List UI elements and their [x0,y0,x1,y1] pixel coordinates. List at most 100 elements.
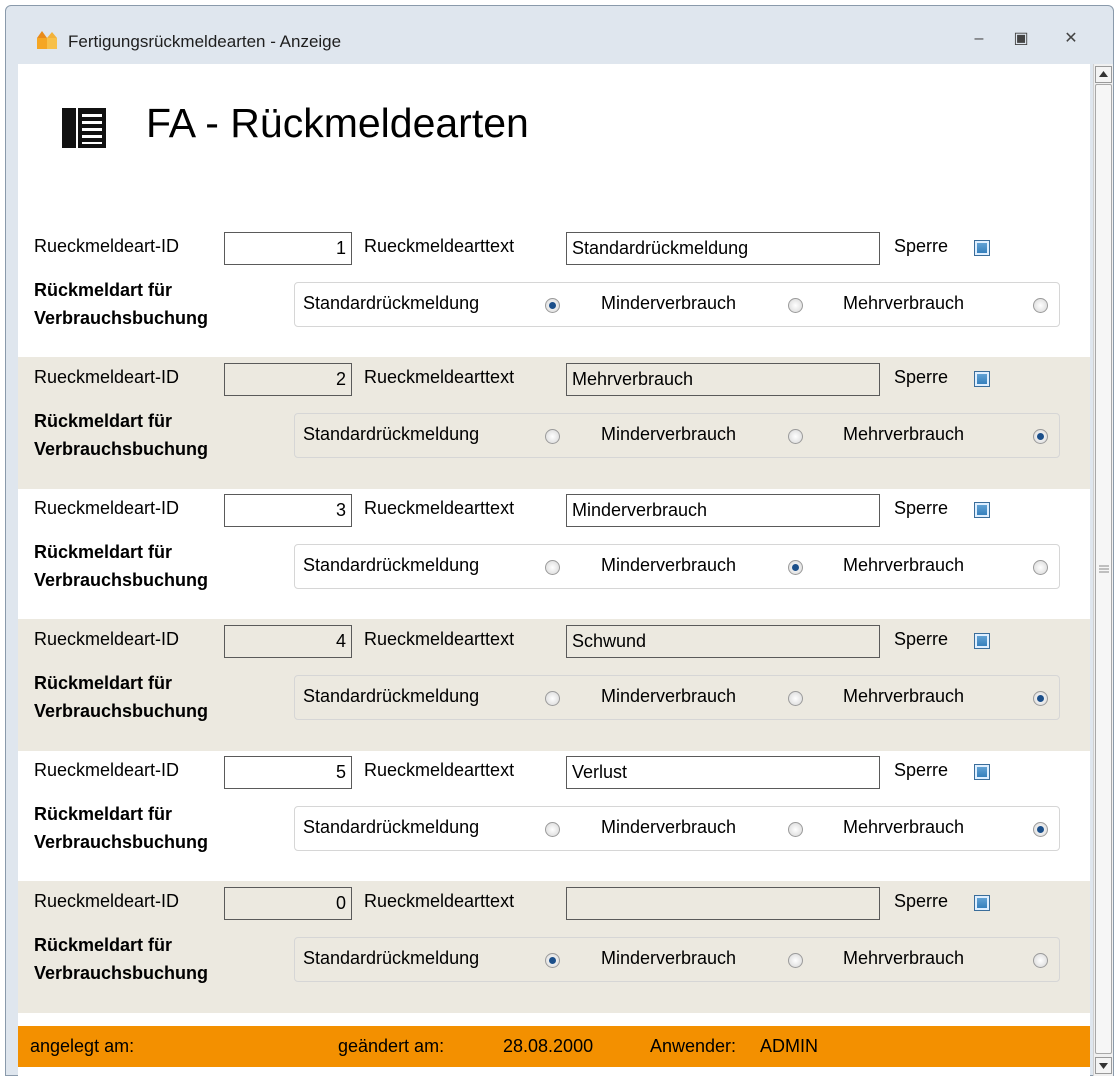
usage-label-line2: Verbrauchsbuchung [34,308,209,328]
option-minder-radio[interactable] [788,560,803,575]
option-standard-radio[interactable] [545,298,560,313]
option-standard-label: Standardrückmeldung [303,293,480,313]
id-field[interactable]: 1 [224,232,352,265]
usage-label-line2: Verbrauchsbuchung [34,701,209,721]
text-label: Rueckmeldearttext [364,367,515,387]
id-label: Rueckmeldeart-ID [34,498,180,518]
option-mehr-label: Mehrverbrauch [843,948,965,968]
option-standard-label: Standardrückmeldung [303,686,480,706]
user-label: Anwender: [650,1036,737,1056]
text-field[interactable]: Verlust [566,756,880,789]
option-minder-radio[interactable] [788,953,803,968]
id-field[interactable]: 2 [224,363,352,396]
text-field[interactable] [566,887,880,920]
lock-checkbox[interactable] [974,633,990,649]
option-mehr-radio[interactable] [1033,429,1048,444]
record-block: Rueckmeldeart-ID 0 Rueckmeldearttext Sperre… [18,881,1090,1013]
option-minder-radio[interactable] [788,298,803,313]
usage-label-line1: Rückmeldart für [34,673,173,693]
option-mehr-radio[interactable] [1033,691,1048,706]
lock-checkbox[interactable] [974,895,990,911]
user-value: ADMIN [760,1036,818,1056]
option-minder-radio[interactable] [788,822,803,837]
id-label: Rueckmeldeart-ID [34,367,180,387]
option-minder-label: Minderverbrauch [601,293,737,313]
option-standard-radio[interactable] [545,691,560,706]
option-mehr-label: Mehrverbrauch [843,686,965,706]
vertical-scrollbar[interactable] [1093,64,1113,1076]
text-label: Rueckmeldearttext [364,236,515,256]
lock-checkbox[interactable] [974,371,990,387]
usage-radio-group: Standardrückmeldung Minderverbrauch Mehrve… [294,413,1060,458]
lock-checkbox[interactable] [974,502,990,518]
usage-radio-group: Standardrückmeldung Minderverbrauch Mehrve… [294,937,1060,982]
record-block: Rueckmeldeart-ID 1 Rueckmeldearttext Standa… [18,226,1090,358]
id-field[interactable]: 3 [224,494,352,527]
id-field[interactable]: 4 [224,625,352,658]
text-field[interactable]: Standardrückmeldung [566,232,880,265]
window: Fertigungsrückmeldearten - Anzeige – ▣ ✕… [5,5,1114,1076]
usage-label-line2: Verbrauchsbuchung [34,570,209,590]
id-label: Rueckmeldeart-ID [34,629,180,649]
lock-checkbox[interactable] [974,764,990,780]
option-minder-label: Minderverbrauch [601,817,737,837]
text-label: Rueckmeldearttext [364,760,515,780]
option-standard-radio[interactable] [545,953,560,968]
option-mehr-label: Mehrverbrauch [843,293,965,313]
option-mehr-radio[interactable] [1033,953,1048,968]
scroll-down-icon[interactable] [1095,1057,1112,1074]
option-minder-label: Minderverbrauch [601,686,737,706]
record-block: Rueckmeldeart-ID 5 Rueckmeldearttext Verlus… [18,750,1090,882]
close-icon[interactable]: ✕ [1056,28,1086,50]
window-title: Fertigungsrückmeldearten - Anzeige [68,32,342,51]
option-standard-label: Standardrückmeldung [303,948,480,968]
text-field[interactable]: Schwund [566,625,880,658]
option-standard-radio[interactable] [545,822,560,837]
scroll-up-icon[interactable] [1095,66,1112,83]
lock-label: Sperre [894,498,949,518]
usage-radio-group: Standardrückmeldung Minderverbrauch Mehrve… [294,544,1060,589]
record-block: Rueckmeldeart-ID 3 Rueckmeldearttext Minder… [18,488,1090,620]
maximize-icon[interactable]: ▣ [1006,28,1036,50]
lock-label: Sperre [894,236,949,256]
text-label: Rueckmeldearttext [364,891,515,911]
usage-radio-group: Standardrückmeldung Minderverbrauch Mehrve… [294,675,1060,720]
option-mehr-radio[interactable] [1033,822,1048,837]
list-form-icon [62,108,106,148]
form-area: FA - Rückmeldearten Rueckmeldeart-ID 1 Rue… [18,64,1090,1076]
text-field[interactable]: Mehrverbrauch [566,363,880,396]
minimize-icon[interactable]: – [964,28,994,50]
text-label: Rueckmeldearttext [364,498,515,518]
option-mehr-label: Mehrverbrauch [843,817,965,837]
usage-label-line1: Rückmeldart für [34,411,173,431]
option-minder-radio[interactable] [788,691,803,706]
id-field[interactable]: 0 [224,887,352,920]
title-bar[interactable]: Fertigungsrückmeldearten - Anzeige – ▣ ✕ [6,6,1113,68]
option-mehr-radio[interactable] [1033,298,1048,313]
option-minder-radio[interactable] [788,429,803,444]
option-standard-radio[interactable] [545,560,560,575]
record-block: Rueckmeldeart-ID 2 Rueckmeldearttext Mehrve… [18,357,1090,489]
id-field[interactable]: 5 [224,756,352,789]
option-mehr-radio[interactable] [1033,560,1048,575]
option-mehr-label: Mehrverbrauch [843,424,965,444]
app-icon [37,31,57,49]
option-minder-label: Minderverbrauch [601,424,737,444]
lock-checkbox[interactable] [974,240,990,256]
option-standard-label: Standardrückmeldung [303,555,480,575]
created-label: angelegt am: [30,1036,135,1056]
usage-label-line2: Verbrauchsbuchung [34,832,209,852]
text-label: Rueckmeldearttext [364,629,515,649]
id-label: Rueckmeldeart-ID [34,760,180,780]
usage-radio-group: Standardrückmeldung Minderverbrauch Mehrve… [294,282,1060,327]
option-standard-label: Standardrückmeldung [303,817,480,837]
usage-radio-group: Standardrückmeldung Minderverbrauch Mehrve… [294,806,1060,851]
usage-label-line1: Rückmeldart für [34,280,173,300]
scroll-thumb[interactable] [1095,84,1112,1054]
page-title: FA - Rückmeldearten [146,100,529,146]
lock-label: Sperre [894,760,949,780]
option-standard-radio[interactable] [545,429,560,444]
option-mehr-label: Mehrverbrauch [843,555,965,575]
text-field[interactable]: Minderverbrauch [566,494,880,527]
usage-label-line1: Rückmeldart für [34,935,173,955]
